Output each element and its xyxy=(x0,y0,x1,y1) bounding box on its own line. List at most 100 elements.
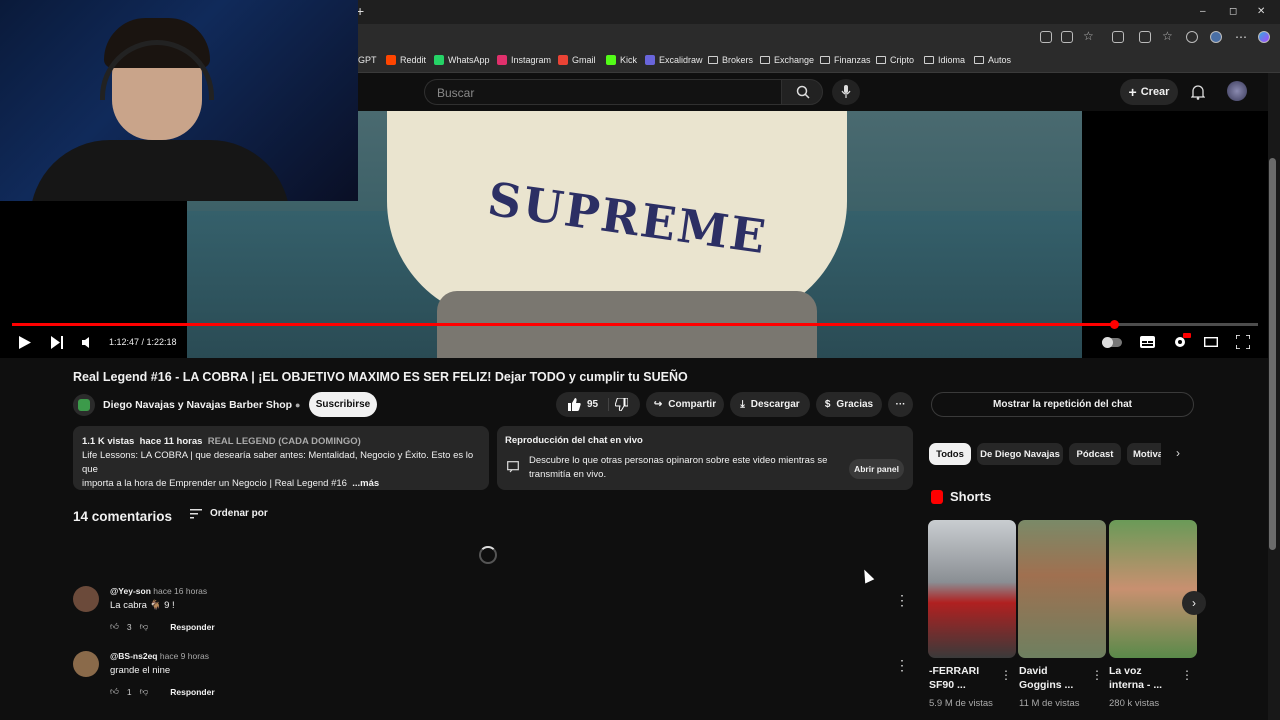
comment-avatar[interactable] xyxy=(73,651,99,677)
short-title[interactable]: -FERRARI SF90 ... xyxy=(929,664,999,692)
restore-icon[interactable]: ◻ xyxy=(1229,6,1237,17)
description-box[interactable]: 1.1 K vistas hace 11 horas REAL LEGEND (… xyxy=(73,426,489,490)
short-title[interactable]: La voz interna - ... xyxy=(1109,664,1179,692)
comment-like-count: 1 xyxy=(126,686,132,697)
create-button[interactable]: + Crear xyxy=(1120,79,1178,105)
short-more-icon[interactable]: ⋮ xyxy=(1181,668,1193,682)
subscribe-button[interactable]: Suscribirse xyxy=(309,392,377,417)
minimize-icon[interactable]: – xyxy=(1200,6,1206,17)
short-thumbnail[interactable] xyxy=(1018,520,1106,658)
fullscreen-icon[interactable] xyxy=(1236,335,1250,349)
short-views: 5.9 M de vistas xyxy=(929,698,993,709)
bookmark-excalidraw[interactable]: Excalidraw xyxy=(645,55,703,65)
comment-text: grande el nine xyxy=(110,665,171,676)
copilot-icon[interactable] xyxy=(1258,31,1270,43)
short-thumbnail[interactable] xyxy=(1109,520,1197,658)
bookmark-label: Kick xyxy=(620,55,638,65)
comment-more-icon[interactable]: ⋮ xyxy=(895,592,909,609)
extensions-icon[interactable] xyxy=(1112,31,1124,43)
play-icon[interactable] xyxy=(19,336,31,349)
bookmark-gmail[interactable]: Gmail xyxy=(558,55,596,65)
comment-author[interactable]: @Yey-son xyxy=(110,586,151,596)
menu-icon[interactable]: ⋯ xyxy=(1235,30,1247,44)
more-actions-button[interactable]: ··· xyxy=(888,392,913,417)
comment-avatar[interactable] xyxy=(73,586,99,612)
comment-author[interactable]: @BS-ns2eq xyxy=(110,651,158,661)
channel-name[interactable]: Diego Navajas y Navajas Barber Shop ● xyxy=(103,399,300,411)
scrollbar-thumb[interactable] xyxy=(1269,158,1276,550)
bookmark-idioma[interactable]: Idioma xyxy=(924,55,965,65)
channel-avatar[interactable] xyxy=(73,394,95,416)
translate-icon[interactable] xyxy=(1040,31,1052,43)
thumbs-down-icon[interactable] xyxy=(615,398,629,411)
chip-from-channel[interactable]: De Diego Navajas xyxy=(977,443,1063,465)
short-more-icon[interactable]: ⋮ xyxy=(1091,668,1103,682)
subtitles-icon[interactable] xyxy=(1140,336,1155,348)
download-icon: ⤓ xyxy=(740,399,745,410)
bookmark-autos[interactable]: Autos xyxy=(974,55,1011,65)
theater-mode-icon[interactable] xyxy=(1204,337,1218,347)
chips-next-icon[interactable]: › xyxy=(1176,446,1180,460)
extension-icon[interactable] xyxy=(1139,31,1151,43)
bookmark-instagram[interactable]: Instagram xyxy=(497,55,551,65)
playlist-tag[interactable]: REAL LEGEND (CADA DOMINGO) xyxy=(208,436,361,447)
short-more-icon[interactable]: ⋮ xyxy=(1000,668,1012,682)
chip-motivation[interactable]: Motiva xyxy=(1127,443,1161,465)
bookmark-label: Reddit xyxy=(400,55,427,65)
share-icon: ↪ xyxy=(653,399,663,410)
bookmark-exchange[interactable]: Exchange xyxy=(760,55,814,65)
reply-button[interactable]: Responder xyxy=(170,687,214,697)
bookmark-whatsapp[interactable]: WhatsApp xyxy=(434,55,490,65)
apps-icon[interactable] xyxy=(1061,31,1073,43)
bookmark-cripto[interactable]: Cripto xyxy=(876,55,914,65)
comment-time[interactable]: hace 16 horas xyxy=(153,586,207,596)
bookmark-kick[interactable]: Kick xyxy=(606,55,637,65)
next-icon[interactable] xyxy=(51,336,63,349)
comment-time[interactable]: hace 9 horas xyxy=(160,651,209,661)
bookmark-label: Instagram xyxy=(511,55,552,65)
open-panel-button[interactable]: Abrir panel xyxy=(849,459,904,479)
download-button[interactable]: ⤓ Descargar xyxy=(730,392,810,417)
short-thumbnail[interactable] xyxy=(928,520,1016,658)
comment-more-icon[interactable]: ⋮ xyxy=(895,657,909,674)
show-more-link[interactable]: ...más xyxy=(352,478,379,489)
share-button[interactable]: ↪ Compartir xyxy=(646,392,724,417)
live-chat-heading: Reproducción del chat en vivo xyxy=(505,435,643,446)
bookmark-reddit[interactable]: Reddit xyxy=(386,55,426,65)
show-chat-replay-button[interactable]: Mostrar la repetición del chat xyxy=(931,392,1194,417)
bookmark-label: Finanzas xyxy=(834,55,871,65)
comment-like-icon[interactable]: 👍︎ xyxy=(110,621,119,632)
profile-icon[interactable] xyxy=(1210,31,1222,43)
account-avatar[interactable] xyxy=(1227,81,1247,101)
star-icon[interactable]: ☆ xyxy=(1083,29,1095,43)
comment-dislike-icon[interactable]: 👎︎ xyxy=(140,686,149,697)
search-button[interactable] xyxy=(781,79,823,105)
autoplay-toggle[interactable] xyxy=(1102,337,1122,348)
chip-podcast[interactable]: Pódcast xyxy=(1069,443,1121,465)
shorts-next-button[interactable]: › xyxy=(1182,591,1206,615)
search-input[interactable]: Buscar xyxy=(424,79,781,105)
bookmark-gpt[interactable]: GPT xyxy=(358,55,377,65)
volume-icon[interactable] xyxy=(82,337,94,348)
bookmark-brokers[interactable]: Brokers xyxy=(708,55,753,65)
comment-dislike-icon[interactable]: 👎︎ xyxy=(140,621,149,632)
chip-all[interactable]: Todos xyxy=(929,443,971,465)
voice-search-button[interactable] xyxy=(832,79,860,105)
sort-comments-button[interactable]: Ordenar por xyxy=(190,508,268,519)
bookmark-favicon-icon xyxy=(558,55,568,65)
short-title[interactable]: David Goggins ... xyxy=(1019,664,1089,692)
bookmark-label: Excalidraw xyxy=(659,55,703,65)
bookmark-finanzas[interactable]: Finanzas xyxy=(820,55,871,65)
comment-like-icon[interactable]: 👍︎ xyxy=(110,686,119,697)
favorites-icon[interactable]: ☆ xyxy=(1162,29,1174,43)
history-icon[interactable] xyxy=(1186,31,1198,43)
live-chat-description: Descubre lo que otras personas opinaron … xyxy=(529,455,828,480)
close-window-icon[interactable]: ✕ xyxy=(1257,6,1265,17)
progress-scrubber[interactable] xyxy=(1110,320,1119,329)
sort-label: Ordenar por xyxy=(210,508,268,519)
thanks-button[interactable]: $ Gracias xyxy=(816,392,882,417)
reply-button[interactable]: Responder xyxy=(170,622,214,632)
like-button[interactable]: 95 xyxy=(567,398,610,411)
notifications-bell-icon[interactable] xyxy=(1191,84,1205,100)
microphone-icon xyxy=(841,85,851,98)
